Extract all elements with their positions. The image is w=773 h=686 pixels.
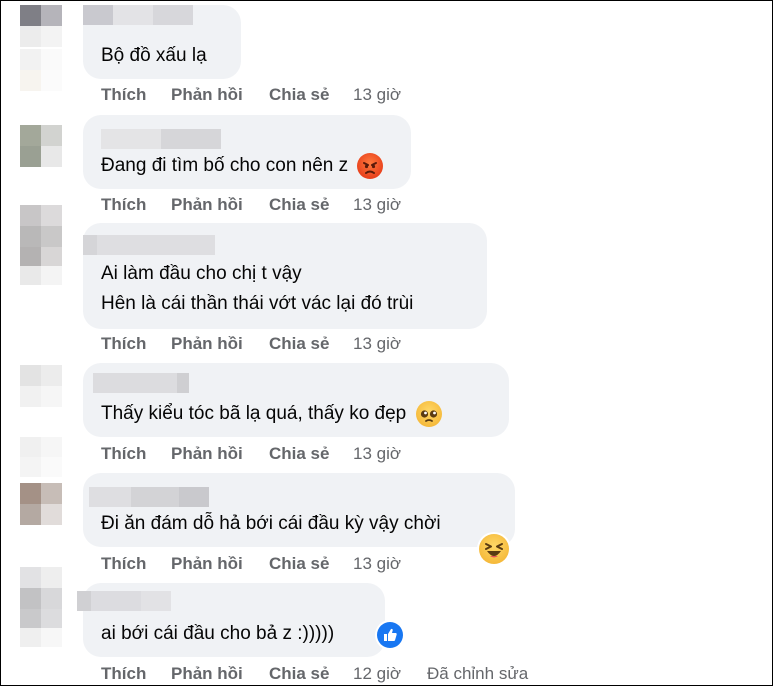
comment-bubble: Ai làm đầu cho chị t vậy Hên là cái thần… <box>83 223 487 329</box>
share-link[interactable]: Chia sẻ <box>269 195 329 215</box>
share-link[interactable]: Chia sẻ <box>269 664 329 684</box>
share-link[interactable]: Chia sẻ <box>269 554 329 574</box>
commenter-name-blurred <box>93 373 189 393</box>
comment-text: Bộ đồ xấu lạ <box>101 45 207 66</box>
avatar <box>20 5 62 47</box>
comment-text-content: Thấy kiểu tóc bã lạ quá, thấy ko đẹp <box>101 403 407 424</box>
avatar-continuation <box>20 437 62 477</box>
angry-face-icon <box>357 152 384 179</box>
commenter-name-blurred <box>83 235 215 255</box>
like-link[interactable]: Thích <box>101 195 146 215</box>
avatar <box>20 125 62 167</box>
avatar <box>20 205 62 247</box>
comment-bubble: Thấy kiểu tóc bã lạ quá, thấy ko đẹp <box>83 363 509 437</box>
laughing-face-icon <box>479 534 509 564</box>
pleading-face-icon <box>415 400 442 427</box>
commenter-name-blurred <box>101 129 221 149</box>
comment-text-line-1: Ai làm đầu cho chị t vậy <box>101 263 302 284</box>
comment-text-content: Đang đi tìm bố cho con nên z <box>101 155 349 176</box>
comment-bubble: Đi ăn đám dỗ hả bới cái đầu kỳ vậy chời <box>83 473 515 547</box>
share-link[interactable]: Chia sẻ <box>269 334 329 354</box>
reply-link[interactable]: Phản hồi <box>171 334 243 354</box>
commenter-name-blurred <box>83 5 193 25</box>
timestamp[interactable]: 12 giờ <box>353 664 401 684</box>
avatar <box>20 365 62 407</box>
comment-text: ai bới cái đầu cho bả z :))))) <box>101 623 335 644</box>
reply-link[interactable]: Phản hồi <box>171 85 243 105</box>
avatar-continuation <box>20 247 62 285</box>
avatar-continuation <box>20 609 62 647</box>
timestamp[interactable]: 13 giờ <box>353 85 401 105</box>
like-link[interactable]: Thích <box>101 85 146 105</box>
comment-text: Đang đi tìm bố cho con nên z <box>101 151 384 181</box>
comment-bubble: Đang đi tìm bố cho con nên z <box>83 115 411 189</box>
like-link[interactable]: Thích <box>101 554 146 574</box>
timestamp[interactable]: 13 giờ <box>353 444 401 464</box>
avatar <box>20 567 62 609</box>
reply-link[interactable]: Phản hồi <box>171 444 243 464</box>
comment-text: Đi ăn đám dỗ hả bới cái đầu kỳ vậy chời <box>101 513 441 534</box>
reply-link[interactable]: Phản hồi <box>171 554 243 574</box>
timestamp[interactable]: 13 giờ <box>353 554 401 574</box>
like-link[interactable]: Thích <box>101 444 146 464</box>
comment-bubble: ai bới cái đầu cho bả z :))))) <box>77 583 385 657</box>
comment-text-line-2: Hên là cái thần thái vớt vác lại đó trùi <box>101 293 414 314</box>
reply-link[interactable]: Phản hồi <box>171 195 243 215</box>
reply-link[interactable]: Phản hồi <box>171 664 243 684</box>
like-link[interactable]: Thích <box>101 334 146 354</box>
edited-label[interactable]: Đã chỉnh sửa <box>427 664 528 684</box>
screenshot-frame: Bộ đồ xấu lạ Thích Phản hồi Chia sẻ 13 g… <box>0 0 773 686</box>
timestamp[interactable]: 13 giờ <box>353 334 401 354</box>
share-link[interactable]: Chia sẻ <box>269 444 329 464</box>
comment-bubble: Bộ đồ xấu lạ <box>83 5 241 79</box>
comment-text: Thấy kiểu tóc bã lạ quá, thấy ko đẹp <box>101 399 442 429</box>
commenter-name-blurred <box>89 487 209 507</box>
like-link[interactable]: Thích <box>101 664 146 684</box>
avatar <box>20 483 62 525</box>
share-link[interactable]: Chia sẻ <box>269 85 329 105</box>
like-reaction-icon <box>377 622 403 648</box>
avatar-continuation <box>20 49 62 91</box>
timestamp[interactable]: 13 giờ <box>353 195 401 215</box>
commenter-name-blurred <box>77 591 171 611</box>
